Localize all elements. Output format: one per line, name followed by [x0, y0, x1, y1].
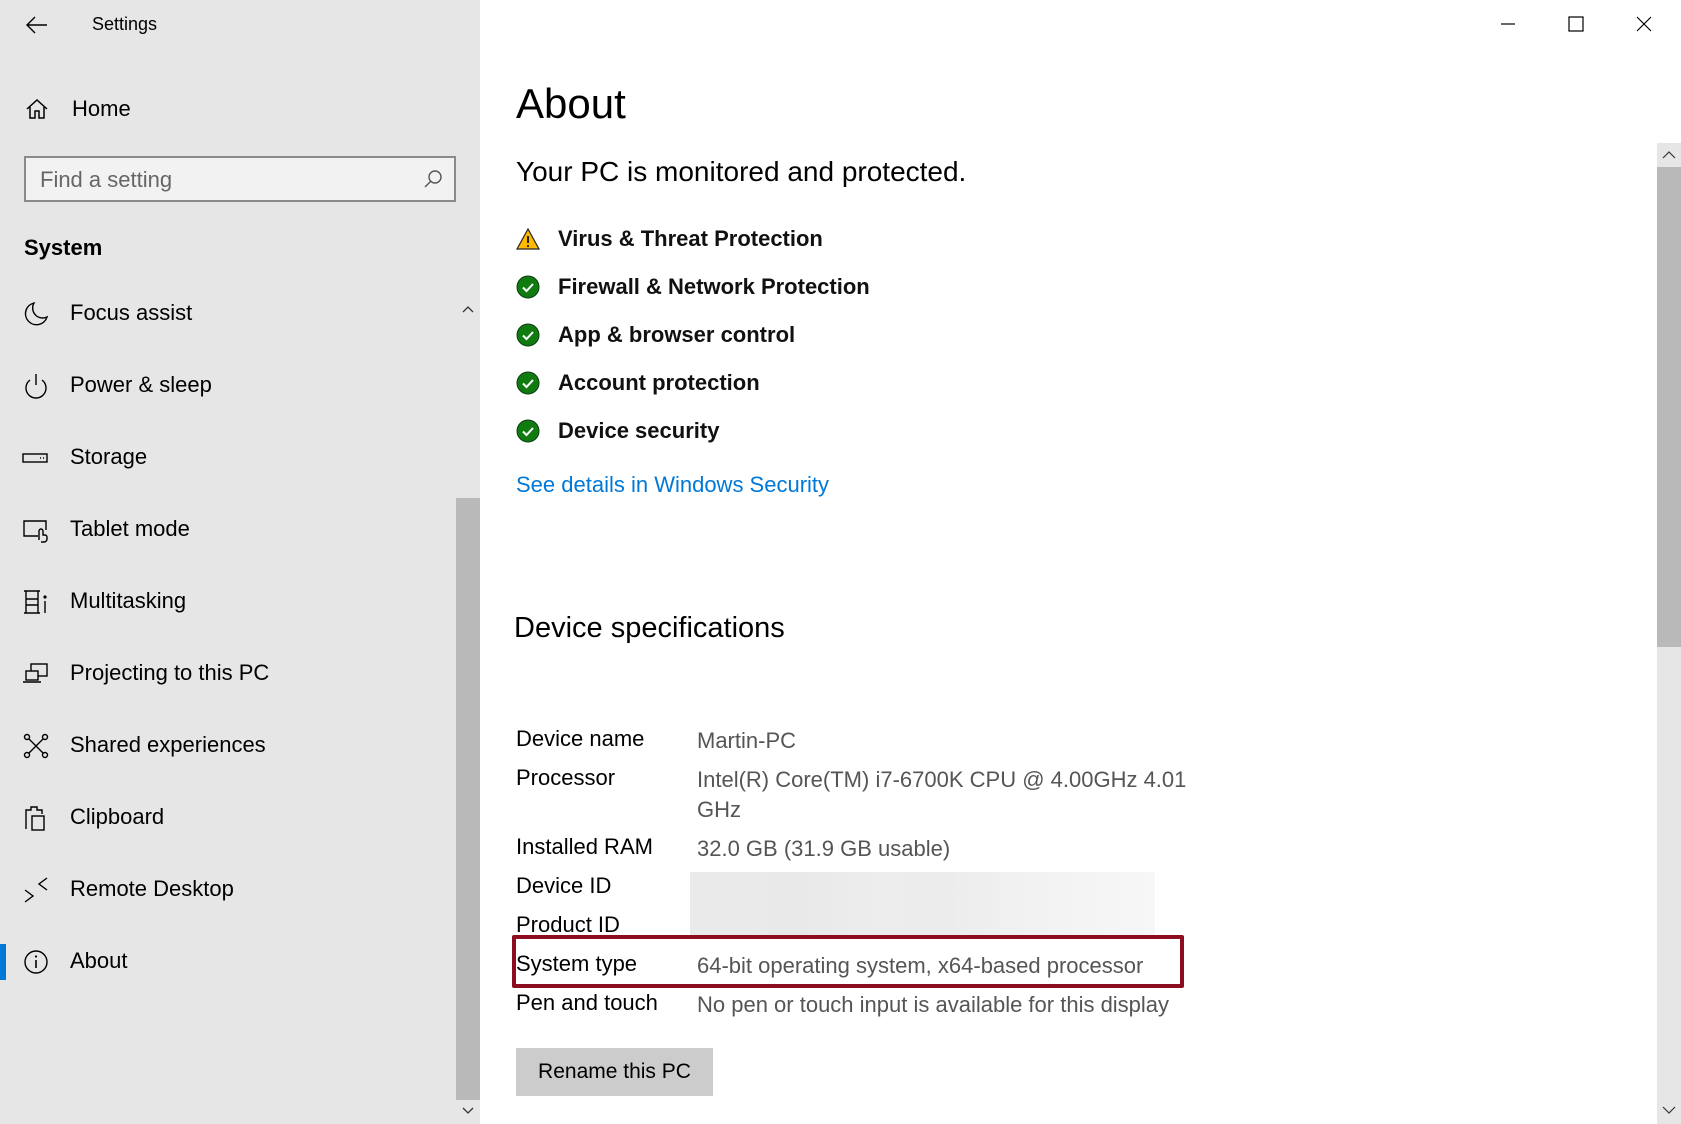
spec-key: Installed RAM: [516, 834, 653, 859]
sidebar-item-label: Remote Desktop: [70, 876, 234, 901]
security-item: App & browser control: [516, 318, 795, 352]
sidebar-item-multitasking[interactable]: Multitasking: [0, 571, 456, 633]
moon-icon: [24, 301, 49, 326]
sidebar-item-home[interactable]: Home: [0, 86, 456, 132]
shared-experiences-icon: [23, 733, 49, 759]
sidebar-item-power-sleep[interactable]: Power & sleep: [0, 355, 456, 417]
multitasking-icon: [24, 590, 47, 614]
search-box: [24, 156, 456, 202]
power-icon: [25, 374, 47, 399]
sidebar-item-shared-experiences[interactable]: Shared experiences: [0, 715, 456, 777]
projecting-icon: [23, 663, 48, 683]
sidebar-item-tablet-mode[interactable]: Tablet mode: [0, 499, 456, 561]
back-button[interactable]: [22, 10, 52, 40]
spec-key: Device name: [516, 726, 645, 751]
security-item-label: Firewall & Network Protection: [558, 274, 870, 299]
spec-key: Device ID: [516, 873, 612, 898]
scroll-up-icon[interactable]: [456, 298, 480, 318]
rename-pc-button[interactable]: Rename this PC: [516, 1048, 713, 1096]
main-scrollbar-thumb[interactable]: [1657, 167, 1681, 647]
spec-key: Pen and touch: [516, 990, 658, 1015]
security-item-label: App & browser control: [558, 322, 796, 347]
windows-security-link[interactable]: See details in Windows Security: [516, 472, 829, 498]
back-arrow-icon: [26, 16, 47, 34]
check-circle-icon: [516, 371, 540, 395]
spec-key: Product ID: [516, 912, 620, 937]
main-content: About Your PC is monitored and protected…: [480, 0, 1657, 1124]
spec-value: Martin-PC: [697, 728, 797, 753]
sidebar-item-label: Home: [72, 96, 131, 121]
spec-key: Processor: [516, 765, 616, 790]
clipboard-icon: [25, 806, 45, 831]
scroll-down-button[interactable]: [1657, 1098, 1681, 1122]
section-title: System: [24, 235, 103, 260]
selected-indicator: [0, 944, 6, 980]
security-item-label: Device security: [558, 418, 720, 443]
sidebar-item-label: Shared experiences: [70, 732, 266, 757]
spec-value: 32.0 GB (31.9 GB usable): [697, 836, 951, 861]
spec-key: System type: [516, 951, 638, 976]
search-input[interactable]: [40, 164, 400, 196]
app-title: Settings: [92, 14, 158, 34]
info-icon: [24, 950, 48, 974]
sidebar-item-label: Multitasking: [70, 588, 187, 613]
scroll-down-icon[interactable]: [456, 1098, 480, 1122]
security-item: Device security: [516, 414, 719, 448]
remote-desktop-icon: [24, 877, 48, 903]
sidebar: Settings Home System Focus assist Power …: [0, 0, 480, 1124]
sidebar-scrollbar[interactable]: [456, 290, 480, 1124]
check-circle-icon: [516, 275, 540, 299]
sidebar-item-about[interactable]: About: [0, 931, 456, 993]
sidebar-item-label: Projecting to this PC: [70, 660, 270, 685]
security-item-label: Virus & Threat Protection: [558, 226, 823, 251]
specs-title: Device specifications: [514, 612, 785, 644]
sidebar-item-label: Power & sleep: [70, 372, 212, 397]
spec-value: 64-bit operating system, x64-based proce…: [697, 953, 1144, 978]
spec-value: No pen or touch input is available for t…: [697, 992, 1170, 1017]
check-circle-icon: [516, 323, 540, 347]
chevron-up-icon: [1662, 151, 1676, 159]
sidebar-item-focus-assist[interactable]: Focus assist: [0, 283, 456, 345]
chevron-down-icon: [1662, 1106, 1676, 1114]
sidebar-item-label: About: [70, 948, 128, 973]
storage-icon: [22, 453, 48, 463]
home-icon: [26, 98, 48, 119]
sidebar-item-storage[interactable]: Storage: [0, 427, 456, 489]
protection-status: Your PC is monitored and protected.: [516, 156, 967, 187]
spec-value: Intel(R) Core(TM) i7-6700K CPU @ 4.00GHz…: [697, 767, 1187, 822]
sidebar-item-clipboard[interactable]: Clipboard: [0, 787, 456, 849]
sidebar-scrollbar-thumb[interactable]: [456, 498, 480, 1100]
search-icon[interactable]: [422, 168, 444, 190]
tablet-mode-icon: [23, 520, 48, 543]
check-circle-icon: [516, 419, 540, 443]
security-item-label: Account protection: [558, 370, 760, 395]
security-item: Virus & Threat Protection: [516, 222, 823, 256]
warning-icon: [516, 227, 540, 250]
page-title: About: [516, 80, 626, 127]
sidebar-item-projecting[interactable]: Projecting to this PC: [0, 643, 456, 705]
security-item: Account protection: [516, 366, 760, 400]
sidebar-item-label: Clipboard: [70, 804, 165, 829]
sidebar-item-label: Tablet mode: [70, 516, 190, 541]
main-scrollbar[interactable]: [1657, 143, 1681, 1124]
security-item: Firewall & Network Protection: [516, 270, 870, 304]
sidebar-item-label: Focus assist: [70, 300, 193, 325]
scroll-up-button[interactable]: [1657, 143, 1681, 167]
sidebar-item-remote-desktop[interactable]: Remote Desktop: [0, 859, 456, 921]
sidebar-item-label: Storage: [70, 444, 148, 469]
redacted-ids: [690, 872, 1155, 936]
